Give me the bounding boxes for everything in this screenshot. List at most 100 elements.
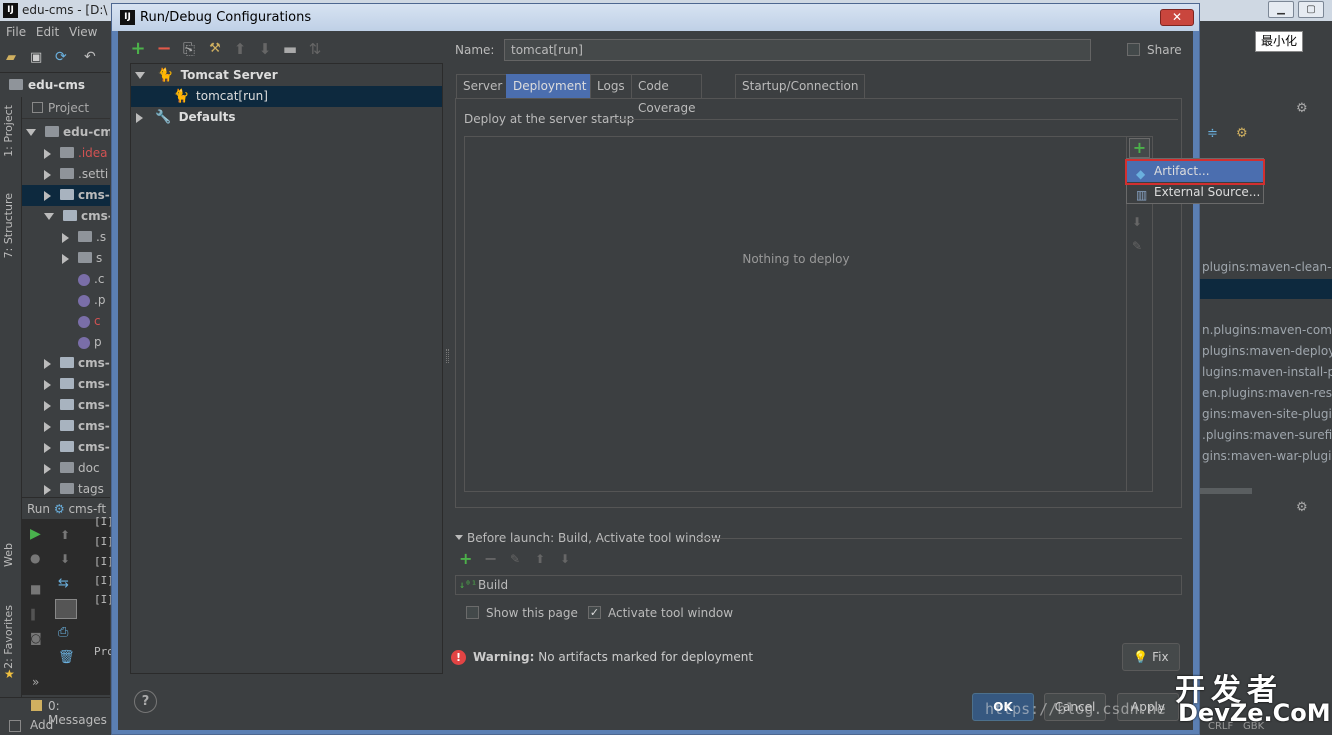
project-tree-row[interactable]: cms-	[22, 416, 110, 437]
collapse-arrow-icon[interactable]	[44, 421, 51, 432]
collapse-arrow-icon[interactable]	[44, 358, 51, 369]
stop-icon[interactable]: ■	[30, 583, 41, 595]
expand-arrow-icon[interactable]	[135, 72, 145, 79]
run-config-name[interactable]: cms-ft	[68, 502, 106, 516]
menu-item-external-source[interactable]: ▥ External Source...	[1127, 182, 1263, 203]
maven-goal-item[interactable]: plugins:maven-clean-plu	[1202, 260, 1332, 274]
side-tab-structure[interactable]: 7: Structure	[2, 193, 15, 258]
maximize-button[interactable]: ▢	[1298, 1, 1324, 18]
settings-gear-icon-2[interactable]: ⚙	[1296, 501, 1308, 514]
maven-goal-item[interactable]: n.plugins:maven-comp	[1202, 323, 1332, 337]
project-tree-row[interactable]: .setti	[22, 164, 110, 185]
side-tab-web[interactable]: Web	[2, 543, 15, 567]
expand-arrow-icon[interactable]	[44, 213, 54, 220]
project-tree-row[interactable]: cms-	[22, 395, 110, 416]
undo-icon[interactable]: ↶	[84, 50, 96, 64]
move-down-icon[interactable]: ⬇	[255, 39, 275, 59]
share-checkbox[interactable]	[1127, 43, 1140, 56]
collapse-arrow-icon[interactable]	[44, 169, 51, 180]
collapse-arrow-icon[interactable]	[44, 148, 51, 159]
deploy-list[interactable]: Nothing to deploy	[464, 136, 1153, 492]
menu-view[interactable]: View	[69, 25, 97, 39]
edit-defaults-icon[interactable]: ⚒	[205, 39, 225, 59]
breadcrumb-project[interactable]: edu-cms	[28, 78, 85, 92]
move-down-icon[interactable]: ⬇	[1132, 215, 1142, 229]
messages-tab[interactable]: 0: Messages	[48, 699, 110, 727]
project-tree-row[interactable]: edu-cm	[22, 122, 110, 143]
maven-goal-item[interactable]: gins:maven-war-plugin	[1202, 449, 1332, 463]
copy-config-icon[interactable]: ⎘	[179, 39, 199, 59]
edit-pencil-icon[interactable]: ✎	[1132, 239, 1142, 253]
open-folder-icon[interactable]: ▰	[6, 51, 16, 64]
project-tree-row[interactable]: cms-	[22, 185, 110, 206]
maven-goal-item[interactable]: plugins:maven-deploy-	[1202, 344, 1332, 358]
side-tab-project[interactable]: 1: Project	[2, 105, 15, 157]
arrow-down-icon[interactable]: ⬇	[60, 553, 70, 565]
tab-deployment[interactable]: Deployment	[506, 74, 594, 98]
run-icon[interactable]: ▶	[30, 527, 41, 541]
folder-icon[interactable]: ▬	[280, 39, 300, 59]
edit-task-icon[interactable]: ✎	[510, 553, 520, 565]
project-tree-row[interactable]: p	[22, 332, 110, 353]
tab-logs[interactable]: Logs	[590, 74, 632, 98]
move-down-icon[interactable]: ⬇	[560, 553, 570, 565]
sync-icon[interactable]: ⟳	[55, 50, 67, 64]
add-deploy-button[interactable]: +	[1129, 138, 1150, 158]
print-icon[interactable]: ⎙	[58, 626, 68, 639]
before-launch-list[interactable]: ↓⁰¹ Build	[455, 575, 1182, 595]
maven-goal-item[interactable]: .plugins:maven-surefir	[1202, 428, 1332, 442]
add-config-icon[interactable]: +	[128, 39, 148, 59]
maven-goal-item[interactable]: lugins:maven-install-pl	[1202, 365, 1332, 379]
project-tree-row[interactable]: c	[22, 311, 110, 332]
arrow-up-icon[interactable]: ⬆	[60, 529, 70, 541]
collapse-arrow-icon[interactable]	[62, 232, 69, 243]
before-launch-label[interactable]: Before launch: Build, Activate tool wind…	[467, 531, 721, 545]
collapse-arrow-icon[interactable]	[455, 535, 463, 540]
collapse-arrow-icon[interactable]	[44, 484, 51, 495]
trash-icon[interactable]: 🗑	[58, 651, 75, 664]
tab-startup-connection[interactable]: Startup/Connection	[735, 74, 866, 98]
collapse-arrow-icon[interactable]	[44, 442, 51, 453]
save-icon[interactable]: ▣	[30, 51, 42, 64]
project-tree-row[interactable]: doc	[22, 458, 110, 479]
tree-group-tomcat[interactable]: 🐈 Tomcat Server	[131, 65, 442, 86]
show-page-checkbox[interactable]	[466, 606, 479, 619]
project-tree-row[interactable]: .p	[22, 290, 110, 311]
tree-group-defaults[interactable]: 🔧 Defaults	[131, 107, 442, 128]
side-tab-favorites[interactable]: 2: Favorites	[2, 605, 15, 669]
project-tree-row[interactable]: cms-	[22, 374, 110, 395]
project-tree-row[interactable]: .c	[22, 269, 110, 290]
splitter-handle[interactable]	[446, 349, 449, 363]
scroll-end-icon[interactable]	[55, 599, 77, 619]
sort-icon[interactable]: ⇅	[305, 39, 325, 59]
collapse-arrow-icon[interactable]	[62, 253, 69, 264]
maven-settings-icon[interactable]: ⚙	[1236, 127, 1248, 140]
collapse-arrow-icon[interactable]	[44, 400, 51, 411]
tab-server[interactable]: Server	[456, 74, 510, 98]
collapse-arrow-icon[interactable]	[44, 190, 51, 201]
project-tree-row[interactable]: .s	[22, 227, 110, 248]
project-tree-row[interactable]: s	[22, 248, 110, 269]
maven-goal-item[interactable]: en.plugins:maven-reso	[1202, 386, 1332, 400]
horizontal-scrollbar[interactable]	[1200, 488, 1252, 494]
pause-icon[interactable]: ∥	[30, 608, 36, 620]
menu-edit[interactable]: Edit	[36, 25, 59, 39]
project-tree-row[interactable]: .idea	[22, 143, 110, 164]
menu-file[interactable]: File	[6, 25, 26, 39]
camera-icon[interactable]: ◙	[30, 632, 42, 644]
expand-arrow-icon[interactable]	[26, 129, 36, 136]
tab-code-coverage[interactable]: Code Coverage	[631, 74, 703, 115]
wrap-icon[interactable]: ⇆	[58, 577, 69, 590]
close-button[interactable]: ✕	[1160, 9, 1194, 26]
remove-task-icon[interactable]: −	[484, 551, 497, 567]
project-tree-row[interactable]: cms-	[22, 353, 110, 374]
debug-icon[interactable]: ●	[30, 552, 40, 564]
collapse-arrow-icon[interactable]	[44, 463, 51, 474]
fix-button[interactable]: 💡 Fix	[1122, 643, 1180, 671]
tree-item-tomcat-run[interactable]: 🐈 tomcat[run]	[131, 86, 442, 107]
help-button[interactable]: ?	[134, 690, 157, 713]
move-up-icon[interactable]: ⬆	[535, 553, 545, 565]
project-tree-row[interactable]: cms-	[22, 206, 110, 227]
add-label[interactable]: Add	[30, 718, 53, 732]
minimize-button[interactable]: ▁	[1268, 1, 1294, 18]
